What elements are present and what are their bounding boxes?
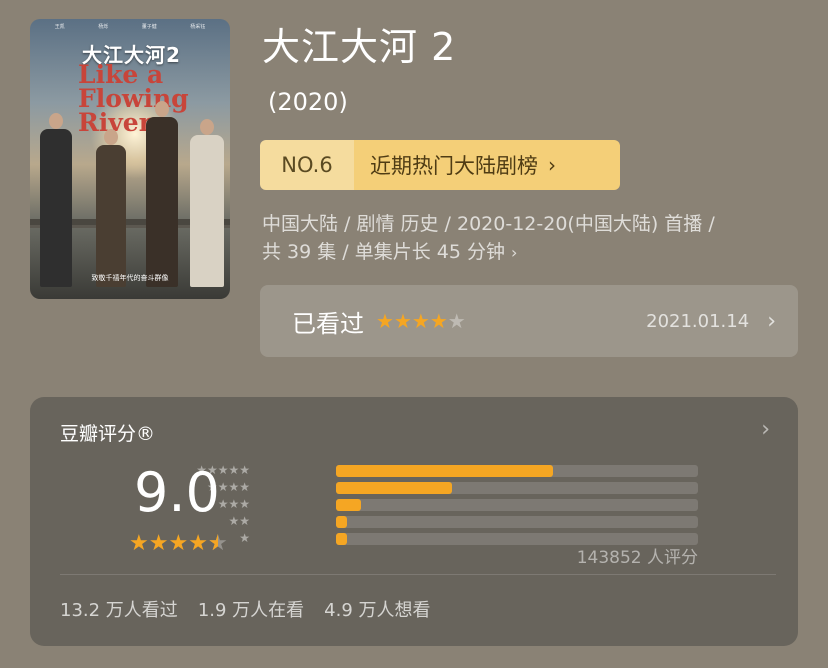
poster-actor: 王凯 [54,24,65,30]
user-rating-stars: ★ ★ ★ ★ ★ [376,310,466,332]
want-count[interactable]: 4.9 万人想看 [324,596,430,622]
page-title: 大江大河 2 [262,25,457,69]
watched-count[interactable]: 13.2 万人看过 [60,596,178,622]
rating-row-stars: ★★★★★ [196,463,250,477]
ranking-list[interactable]: 近期热门大陆剧榜 › [354,140,620,190]
poster-actors: 王凯 杨烁 董子健 杨采钰 [38,23,222,30]
user-status-card[interactable]: 已看过 ★ ★ ★ ★ ★ 2021.01.14 › [260,285,798,357]
rating-bar-fill [336,516,347,528]
rating-bar-track [336,516,698,528]
rating-bar-track [336,482,698,494]
rating-bar-fill [336,465,554,477]
watched-date: 2021.01.14 [646,310,750,332]
release-year: (2020) [268,88,348,116]
star-filled-icon: ★ [376,309,394,333]
chevron-right-icon[interactable]: › [761,417,770,442]
poster-tagline: 致敬千禧年代的奋斗群像 [91,274,169,282]
poster-figure [146,101,178,287]
meta-line: 中国大陆 / 剧情 历史 / 2020-12-20(中国大陆) 首播 / [262,213,715,235]
audience-counts: 13.2 万人看过 1.9 万人在看 4.9 万人想看 [60,596,431,622]
show-meta[interactable]: 中国大陆 / 剧情 历史 / 2020-12-20(中国大陆) 首播 / 共 3… [262,210,792,267]
rating-row-stars: ★★★★ [206,480,250,494]
poster-figure [190,119,224,287]
star-filled-icon: ★ [129,531,149,556]
star-filled-icon: ★ [393,309,412,333]
poster-actor: 杨烁 [98,24,109,30]
rating-row-stars: ★ [239,531,250,545]
meta-line: 共 39 集 / 单集片长 45 分钟 [262,241,505,263]
poster-actor: 董子健 [141,24,157,30]
rating-bar-track [336,499,698,511]
chevron-right-icon: › [511,243,518,262]
rating-title: 豆瓣评分® [60,423,156,445]
watching-count[interactable]: 1.9 万人在看 [198,596,304,622]
poster-figure [96,129,126,287]
star-filled-icon: ★ [429,309,448,333]
douban-rating-panel[interactable]: 豆瓣评分® › 9.0 ★ ★ ★ ★ ★ ★ ★★★★ ★ ★★★ ★ ★★ ★ ★ … [30,397,798,646]
poster-figure [40,113,72,287]
star-filled-icon: ★ [411,309,430,333]
rating-bar-fill [336,499,362,511]
poster-actor: 杨采钰 [190,24,206,30]
divider [60,574,776,575]
rating-bar-track [336,465,698,477]
star-filled-icon: ★ [148,531,169,556]
rating-bar-fill [336,533,347,545]
meta-line-2: 共 39 集 / 单集片长 45 分钟 › [262,238,792,267]
chevron-right-icon: › [548,153,556,177]
ranking-badge[interactable]: NO.6 近期热门大陆剧榜 › [260,140,620,190]
ranking-list-label: 近期热门大陆剧榜 [370,154,538,178]
rating-row-stars: ★★ [228,514,250,528]
star-empty-icon: ★ [447,309,466,333]
rating-count: 143852 人评分 [576,548,698,568]
watched-status: 已看过 [292,309,364,338]
rating-row-stars: ★★★ [217,497,250,511]
chevron-right-icon: › [767,308,776,334]
poster-image[interactable]: 王凯 杨烁 董子健 杨采钰 大江大河2 Like a Flowing River… [30,19,230,299]
ranking-number: NO.6 [260,140,354,190]
rating-bar-fill [336,482,452,494]
